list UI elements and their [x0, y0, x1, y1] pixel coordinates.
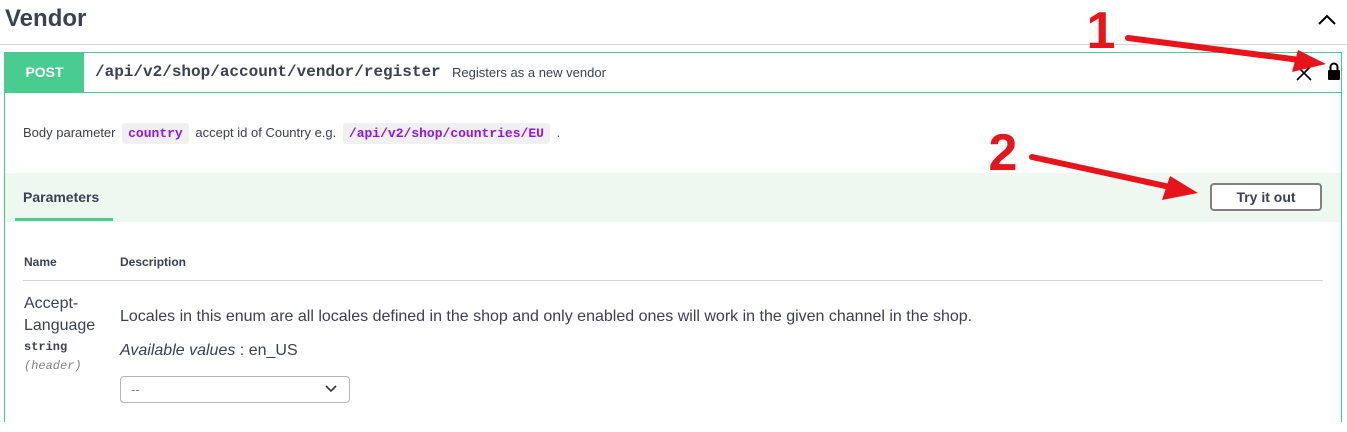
annotation-overlay: 1 2 — [988, 1, 1326, 200]
annotation-label-2: 2 — [989, 124, 1018, 182]
annotation-arrow-1 — [1125, 35, 1326, 72]
annotation-label-1: 1 — [1087, 2, 1116, 60]
annotation-arrow-2 — [1029, 154, 1198, 200]
